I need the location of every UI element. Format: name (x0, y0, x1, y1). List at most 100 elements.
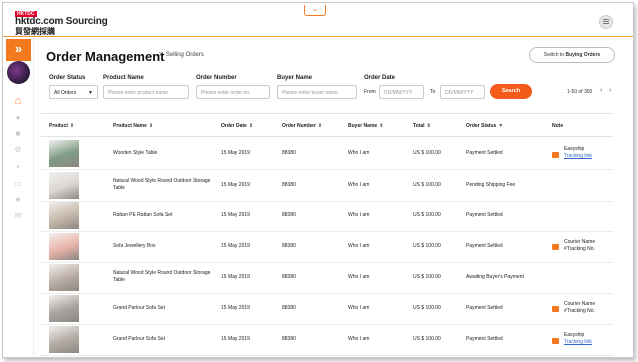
order-number-input[interactable]: Please enter order no. (196, 85, 270, 99)
order-total: US $ 100.00 (413, 212, 441, 218)
filter-icon[interactable]: ▼ (498, 123, 503, 129)
sort-icon[interactable]: ⇕ (249, 123, 253, 129)
column-header-label: Order Status (466, 123, 497, 129)
sort-icon[interactable]: ⇕ (149, 123, 153, 129)
order-date: 15 May 2019 (221, 305, 250, 311)
tracking-link[interactable]: Tracking link (564, 339, 592, 346)
note-icon (552, 152, 559, 158)
order-number: 88380 (282, 305, 296, 311)
product-thumbnail[interactable] (49, 202, 79, 229)
order-total: US $ 100.00 (413, 243, 441, 249)
menu-icon[interactable] (599, 15, 613, 29)
order-status: Payment Settled (466, 212, 503, 218)
chat-icon[interactable]: ■ (11, 128, 25, 140)
search-button[interactable]: Search (490, 84, 532, 99)
table-row[interactable]: Grand Parlour Sofa Set 15 May 2019 88380… (41, 293, 613, 325)
column-header-product[interactable]: Product ⇕ (49, 123, 74, 129)
chevron-down-icon[interactable]: ⌄ (304, 5, 326, 16)
user-icon[interactable]: ● (11, 112, 25, 124)
order-status: Payment Settled (466, 336, 503, 342)
order-date: 15 May 2019 (221, 274, 250, 280)
order-status: Payment Settled (466, 305, 503, 311)
breadcrumb: > Selling Orders (159, 52, 204, 58)
table-row[interactable]: Natural Wood Style Round Outdoor Storage… (41, 170, 613, 202)
column-header-label: Total (413, 123, 425, 129)
note-icon (552, 244, 559, 250)
product-thumbnail[interactable] (49, 264, 79, 291)
order-status: Payment Settled (466, 150, 503, 156)
order-status-value: All Orders (54, 90, 77, 96)
column-header-order-date[interactable]: Order Date ⇕ (221, 123, 253, 129)
date-from-label: From (364, 89, 376, 95)
column-header-label: Order Number (282, 123, 316, 129)
date-to-label: To (430, 89, 436, 95)
order-total: US $ 100.00 (413, 336, 441, 342)
product-thumbnail[interactable] (49, 172, 79, 199)
chevron-left-icon[interactable]: ‹ (600, 87, 602, 94)
product-name[interactable]: Rattan PE Rattan Sofa Set (113, 212, 172, 219)
product-thumbnail[interactable] (49, 295, 79, 322)
expand-sidebar-button[interactable]: » (6, 39, 31, 61)
product-thumbnail[interactable] (49, 233, 79, 260)
product-name[interactable]: Natural Wood Style Round Outdoor Storage… (113, 178, 213, 192)
sort-icon[interactable]: ⇕ (379, 123, 383, 129)
table-header-divider (41, 136, 613, 137)
product-name[interactable]: Grand Parlour Sofa Set (113, 336, 165, 343)
star-icon[interactable]: ★ (11, 194, 25, 206)
sort-icon[interactable]: ⇕ (318, 123, 322, 129)
product-name[interactable]: Grand Parlour Sofa Set (113, 305, 165, 312)
switch-to-buying-orders-button[interactable]: Switch to Buying Orders (529, 47, 615, 63)
column-header-buyer-name[interactable]: Buyer Name ⇕ (348, 123, 383, 129)
column-header-total[interactable]: Total ⇕ (413, 123, 431, 129)
buyer-name-label: Buyer Name (277, 75, 313, 81)
order-number: 88380 (282, 274, 296, 280)
column-header-order-status[interactable]: Order Status ▼ (466, 123, 503, 129)
column-header-label: Order Date (221, 123, 247, 129)
column-header-label: Product Name (113, 123, 147, 129)
home-icon[interactable]: ⌂ (11, 95, 25, 107)
date-to-input[interactable]: DD/MM/YYY (440, 85, 485, 99)
sidebar: » ⌂ ● ■ ⚙ ▪ ▭ ★ ✉ (3, 37, 34, 357)
buyer-name: Who I am (348, 336, 370, 342)
table-row[interactable]: Rattan PE Rattan Sofa Set 15 May 2019 88… (41, 200, 613, 232)
card-icon[interactable]: ▭ (11, 178, 25, 190)
table-row[interactable]: Grand Parlour Sofa Set 15 May 2019 88380… (41, 324, 613, 356)
table-row[interactable]: Wooden Style Table 15 May 2019 88380 Who… (41, 138, 613, 170)
product-thumbnail[interactable] (49, 326, 79, 353)
product-name-input[interactable]: Please enter product name (103, 85, 189, 99)
column-header-order-number[interactable]: Order Number ⇕ (282, 123, 322, 129)
chevron-right-icon[interactable]: › (609, 87, 611, 94)
table-row[interactable]: Natural Wood Style Round Outdoor Storage… (41, 262, 613, 294)
breadcrumb-current[interactable]: Selling Orders (166, 52, 204, 58)
menu-icon-bar (603, 19, 609, 20)
note-icon (552, 306, 559, 312)
order-date: 15 May 2019 (221, 182, 250, 188)
buyer-name: Who I am (348, 182, 370, 188)
tracking-link[interactable]: Tracking link (564, 153, 592, 160)
product-name[interactable]: Natural Wood Style Round Outdoor Storage… (113, 270, 213, 284)
table-row[interactable]: Sofa Jewellery Box 15 May 2019 88380 Who… (41, 231, 613, 263)
order-number: 88380 (282, 182, 296, 188)
product-thumbnail[interactable] (49, 140, 79, 167)
product-name-label: Product Name (103, 75, 144, 81)
buyer-name: Who I am (348, 305, 370, 311)
document-icon[interactable]: ▪ (11, 161, 25, 173)
order-status-select[interactable]: All Orders ▼ (49, 85, 98, 99)
buyer-name-input[interactable]: Please enter buyer name (277, 85, 357, 99)
order-status: Pending Shipping Fee (466, 182, 516, 188)
note-line2: #Tracking No. (564, 246, 595, 252)
order-number: 88380 (282, 336, 296, 342)
avatar[interactable] (7, 61, 30, 84)
column-header-product-name[interactable]: Product Name ⇕ (113, 123, 153, 129)
date-from-input[interactable]: DD/MM/YYY (379, 85, 424, 99)
settings-icon[interactable]: ⚙ (11, 144, 25, 156)
sort-icon[interactable]: ⇕ (70, 123, 74, 129)
mail-icon[interactable]: ✉ (11, 210, 25, 222)
order-number: 88380 (282, 212, 296, 218)
buyer-name: Who I am (348, 274, 370, 280)
top-bar: HKTDC hktdc.com Sourcing 貿發網採購 ⌄ (3, 3, 633, 37)
product-name[interactable]: Sofa Jewellery Box (113, 243, 156, 250)
menu-icon-bar (603, 21, 609, 22)
sort-icon[interactable]: ⇕ (427, 123, 431, 129)
product-name[interactable]: Wooden Style Table (113, 150, 157, 157)
